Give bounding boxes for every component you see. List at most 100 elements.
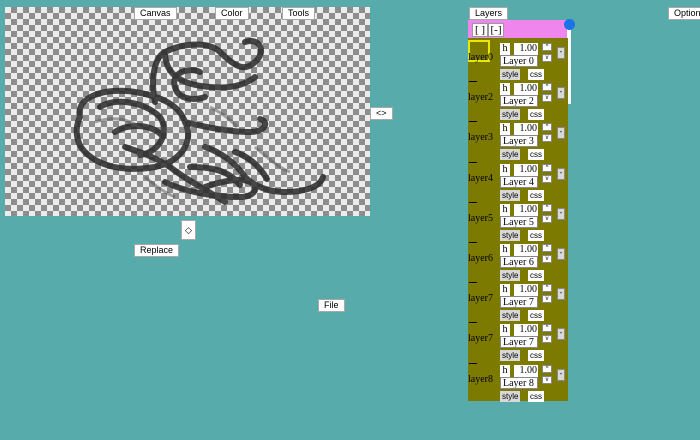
- move-layer-down-button[interactable]: v: [542, 295, 552, 304]
- layer-name[interactable]: layer6: [468, 253, 493, 265]
- hide-layer-button[interactable]: h: [500, 203, 510, 216]
- hide-layer-button[interactable]: h: [500, 43, 510, 55]
- layer-row[interactable]: layer2 h 1.00 Layer 2 ^ v - style css: [468, 80, 568, 121]
- layer-row[interactable]: layer8 h 1.00 Layer 8 ^ v - style css: [468, 362, 568, 402]
- layer-row[interactable]: layer7 h 1.00 Layer 7 ^ v - style css: [468, 281, 568, 322]
- layer-row[interactable]: layer3 h 1.00 Layer 3 ^ v - style css: [468, 120, 568, 161]
- tools-menu-button[interactable]: Tools: [282, 7, 316, 20]
- layer-label-input[interactable]: Layer 6: [500, 256, 538, 268]
- layer-name[interactable]: layer8: [468, 374, 493, 386]
- layer-style-button[interactable]: style: [500, 109, 521, 121]
- layer-css-button[interactable]: css: [528, 69, 544, 80]
- delete-layer-button[interactable]: -: [557, 368, 565, 381]
- delete-layer-button[interactable]: -: [557, 127, 565, 140]
- layer-name[interactable]: layer2: [468, 92, 493, 104]
- layer-row[interactable]: layer6 h 1.00 Layer 6 ^ v - style css: [468, 241, 568, 281]
- move-layer-up-button[interactable]: ^: [542, 244, 552, 252]
- layers-scrollbar-thumb[interactable]: [564, 19, 575, 30]
- drawing-canvas[interactable]: [5, 7, 370, 216]
- move-layer-up-button[interactable]: ^: [542, 203, 552, 212]
- swap-button[interactable]: <>: [370, 107, 393, 120]
- layer-style-button[interactable]: style: [500, 149, 521, 161]
- layer-name[interactable]: layer5: [468, 213, 493, 225]
- layer-css-button[interactable]: css: [528, 270, 544, 281]
- file-menu-button[interactable]: File: [318, 299, 345, 312]
- move-layer-down-button[interactable]: v: [542, 255, 552, 263]
- layer-opacity-input[interactable]: 1.00: [514, 364, 538, 377]
- layer-css-button[interactable]: css: [528, 390, 544, 402]
- layer-name[interactable]: layer7: [468, 333, 493, 345]
- layer-style-button[interactable]: style: [500, 189, 521, 201]
- layers-menu-button[interactable]: Layers: [469, 7, 509, 20]
- layer-name[interactable]: layer4: [468, 173, 493, 185]
- layer-opacity-input[interactable]: 1.00: [514, 43, 538, 55]
- hide-layer-button[interactable]: h: [500, 123, 510, 136]
- hide-layer-button[interactable]: h: [500, 83, 510, 96]
- hide-layer-button[interactable]: h: [500, 284, 510, 297]
- hide-layer-button[interactable]: h: [500, 364, 510, 377]
- layer-style-button[interactable]: style: [500, 69, 521, 80]
- layer-style-button[interactable]: style: [500, 310, 521, 322]
- layer-row[interactable]: layer5 h 1.00 Layer 5 ^ v - style css: [468, 201, 568, 241]
- move-layer-down-button[interactable]: v: [542, 335, 552, 344]
- layer-name[interactable]: layer0: [468, 52, 493, 64]
- layer-row[interactable]: layer0 h 1.00 Layer 0 ^ v - style css: [468, 40, 568, 80]
- options-menu-button[interactable]: Options: [668, 7, 700, 20]
- delete-layer-button[interactable]: -: [557, 248, 565, 260]
- layer-label-input[interactable]: Layer 5: [500, 215, 538, 228]
- layer-label-input[interactable]: Layer 0: [500, 55, 538, 67]
- move-layer-down-button[interactable]: v: [542, 134, 552, 143]
- layer-opacity-input[interactable]: 1.00: [514, 244, 538, 256]
- layer-opacity-input[interactable]: 1.00: [514, 123, 538, 136]
- layer-opacity-input[interactable]: 1.00: [514, 163, 538, 176]
- layer-css-button[interactable]: css: [528, 310, 544, 322]
- layer-opacity-input[interactable]: 1.00: [514, 83, 538, 96]
- layer-css-button[interactable]: css: [528, 350, 544, 362]
- move-layer-up-button[interactable]: ^: [542, 123, 552, 132]
- layer-label-input[interactable]: Layer 7: [500, 336, 538, 349]
- layer-row[interactable]: layer4 h 1.00 Layer 4 ^ v - style css: [468, 161, 568, 201]
- layer-style-button[interactable]: style: [500, 229, 521, 241]
- hide-layer-button[interactable]: h: [500, 163, 510, 176]
- layer-label-input[interactable]: Layer 3: [500, 135, 538, 148]
- move-layer-up-button[interactable]: ^: [542, 284, 552, 293]
- move-layer-down-button[interactable]: v: [542, 94, 552, 103]
- delete-layer-button[interactable]: -: [557, 288, 565, 301]
- layer-label-input[interactable]: Layer 4: [500, 175, 538, 188]
- remove-layer-button[interactable]: [-]: [488, 23, 504, 37]
- layer-opacity-input[interactable]: 1.00: [514, 203, 538, 216]
- delete-layer-button[interactable]: -: [557, 87, 565, 100]
- move-layer-down-button[interactable]: v: [542, 375, 552, 384]
- canvas-menu-button[interactable]: Canvas: [134, 7, 177, 20]
- move-layer-down-button[interactable]: v: [542, 54, 552, 62]
- delete-layer-button[interactable]: -: [557, 207, 565, 220]
- move-layer-up-button[interactable]: ^: [542, 83, 552, 92]
- layer-css-button[interactable]: css: [528, 189, 544, 201]
- layer-opacity-input[interactable]: 1.00: [514, 324, 538, 337]
- move-layer-up-button[interactable]: ^: [542, 163, 552, 172]
- hide-layer-button[interactable]: h: [500, 324, 510, 337]
- layer-name[interactable]: layer7: [468, 293, 493, 305]
- layer-css-button[interactable]: css: [528, 149, 544, 161]
- layer-label-input[interactable]: Layer 8: [500, 376, 538, 389]
- layer-css-button[interactable]: css: [528, 109, 544, 121]
- layer-label-input[interactable]: Layer 2: [500, 95, 538, 108]
- spinner-button[interactable]: ◇: [181, 220, 196, 240]
- hide-layer-button[interactable]: h: [500, 244, 510, 256]
- layer-name[interactable]: layer3: [468, 132, 493, 144]
- layer-style-button[interactable]: style: [500, 270, 521, 281]
- layer-label-input[interactable]: Layer 7: [500, 296, 538, 309]
- layer-style-button[interactable]: style: [500, 350, 521, 362]
- delete-layer-button[interactable]: -: [557, 167, 565, 180]
- move-layer-up-button[interactable]: ^: [542, 324, 552, 333]
- move-layer-down-button[interactable]: v: [542, 214, 552, 223]
- delete-layer-button[interactable]: -: [557, 328, 565, 341]
- layer-css-button[interactable]: css: [528, 229, 544, 241]
- color-menu-button[interactable]: Color: [215, 7, 249, 20]
- add-layer-button[interactable]: [ ]: [472, 23, 488, 37]
- move-layer-down-button[interactable]: v: [542, 174, 552, 183]
- delete-layer-button[interactable]: -: [557, 47, 565, 59]
- layer-row[interactable]: layer7 h 1.00 Layer 7 ^ v - style css: [468, 321, 568, 362]
- layer-opacity-input[interactable]: 1.00: [514, 284, 538, 297]
- replace-button[interactable]: Replace: [134, 244, 180, 257]
